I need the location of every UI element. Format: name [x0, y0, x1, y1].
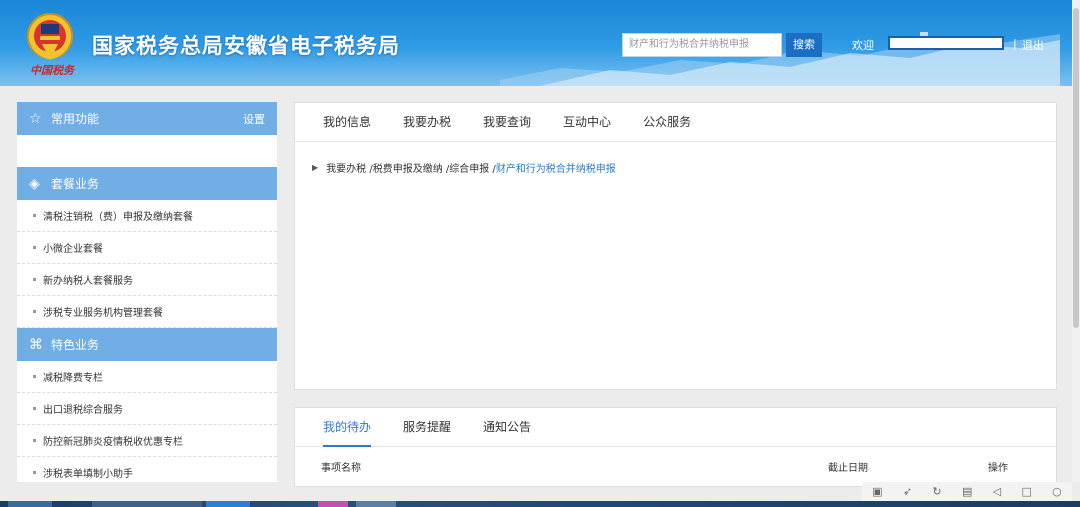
sidebar-item-label: 减税降费专栏 [43, 373, 103, 384]
viewer-toolbar: ▣ ➶ ↻ ▤ ◁ □ ○ [862, 482, 1072, 501]
tab-service-reminder[interactable]: 服务提醒 [403, 408, 451, 447]
bullet-icon [33, 246, 36, 249]
sidebar-item-small-enterprise-package[interactable]: 小微企业套餐 [17, 232, 277, 264]
main-panel: 我的信息 我要办税 我要查询 互动中心 公众服务 ▶ 我要办税 /税费申报及缴纳… [294, 102, 1057, 390]
bullet-icon [33, 310, 36, 313]
rotate-icon[interactable]: ↻ [932, 485, 941, 498]
star-icon: ☆ [29, 110, 42, 127]
search-icon[interactable]: ○ [1052, 485, 1062, 498]
breadcrumb-path[interactable]: 我要办税 /税费申报及缴纳 /综合申报 / [326, 160, 496, 175]
tab-query[interactable]: 我要查询 [483, 103, 531, 142]
sidebar-package-label: 套餐业务 [51, 177, 100, 191]
site-header: 中国税务 国家税务总局安徽省电子税务局 财产和行为税合并纳税申报 搜索 欢迎 |… [0, 0, 1072, 86]
sidebar-item-label: 出口退税综合服务 [43, 405, 123, 416]
search-button[interactable]: 搜索 [786, 33, 822, 57]
column-header-item-name: 事项名称 [321, 462, 361, 474]
tab-handle-tax[interactable]: 我要办税 [403, 103, 451, 142]
sidebar-item-agency-management-package[interactable]: 涉税专业服务机构管理套餐 [17, 296, 277, 328]
sidebar-item-label: 新办纳税人套餐服务 [43, 276, 133, 287]
delete-icon[interactable]: ▤ [962, 485, 972, 498]
bullet-icon [33, 471, 36, 474]
image-icon[interactable]: ▣ [872, 485, 882, 498]
user-name-box [888, 36, 1004, 50]
speaker-icon[interactable]: ◁ [993, 485, 1001, 498]
sidebar-item-covid-relief[interactable]: 防控新冠肺炎疫情税收优惠专栏 [17, 425, 277, 457]
bullet-icon [33, 439, 36, 442]
taskbar-app-5[interactable] [356, 501, 396, 507]
sidebar-item-tax-reduction[interactable]: 减税降费专栏 [17, 361, 277, 393]
sidebar-item-label: 小微企业套餐 [43, 244, 103, 255]
taskbar-app-2[interactable] [92, 501, 202, 507]
tab-interaction[interactable]: 互动中心 [563, 103, 611, 142]
tab-notice[interactable]: 通知公告 [483, 408, 531, 447]
settings-link[interactable]: 设置 [243, 111, 277, 127]
page-scrollbar[interactable] [1072, 0, 1080, 482]
bullet-icon [33, 407, 36, 410]
sidebar-item-export-rebate[interactable]: 出口退税综合服务 [17, 393, 277, 425]
caret-right-icon: ▶ [312, 163, 319, 172]
column-header-deadline: 截止日期 [828, 462, 868, 474]
sidebar-special-label: 特色业务 [51, 338, 100, 352]
breadcrumb-current: 财产和行为税合并纳税申报 [495, 164, 616, 175]
welcome-text: 欢迎 [852, 39, 874, 52]
tax-emblem-icon [27, 13, 73, 60]
sidebar-item-form-helper[interactable]: 涉税表单填制小助手 [17, 457, 277, 482]
taskbar-app-1[interactable] [8, 501, 52, 507]
brand-script-logo: 中国税务 [30, 64, 74, 77]
sidebar-item-label: 涉税专业服务机构管理套餐 [43, 308, 163, 319]
sidebar-package-header[interactable]: ◈ 套餐业务 [17, 167, 277, 200]
sidebar-item-label: 防控新冠肺炎疫情税收优惠专栏 [43, 437, 183, 448]
share-icon[interactable]: ➶ [903, 485, 912, 498]
todo-table-header: 事项名称 截止日期 操作 [295, 447, 1056, 485]
column-header-action: 操作 [988, 462, 1008, 474]
sidebar-common-label: 常用功能 [51, 112, 100, 126]
search-input[interactable]: 财产和行为税合并纳税申报 [622, 33, 782, 57]
layers-icon: ◈ [29, 175, 40, 192]
header-separator: | [1013, 37, 1017, 50]
scrollbar-thumb[interactable] [1073, 8, 1079, 328]
site-title: 国家税务总局安徽省电子税务局 [92, 34, 400, 58]
main-tabs: 我的信息 我要办税 我要查询 互动中心 公众服务 [295, 103, 1056, 142]
grid-icon: ⌘ [29, 336, 43, 353]
sidebar-item-label: 涉税表单填制小助手 [43, 469, 133, 480]
taskbar-app-4[interactable] [318, 501, 348, 507]
bullet-icon [33, 375, 36, 378]
logout-link[interactable]: 退出 [1022, 37, 1044, 53]
sidebar-item-label: 清税注销税（费）申报及缴纳套餐 [43, 212, 193, 223]
sidebar-item-new-taxpayer-package[interactable]: 新办纳税人套餐服务 [17, 264, 277, 296]
sidebar-common-header[interactable]: ☆ 常用功能 设置 [17, 102, 277, 135]
todo-panel: 我的待办 服务提醒 通知公告 事项名称 截止日期 操作 [294, 407, 1057, 487]
sidebar-special-header[interactable]: ⌘ 特色业务 [17, 328, 277, 361]
breadcrumb: ▶ 我要办税 /税费申报及缴纳 /综合申报 / 财产和行为税合并纳税申报 [295, 142, 1056, 175]
todo-tabs: 我的待办 服务提醒 通知公告 [295, 408, 1056, 447]
taskbar-app-3[interactable] [206, 501, 250, 507]
sidebar-item-deregistration-package[interactable]: 清税注销税（费）申报及缴纳套餐 [17, 200, 277, 232]
sidebar: ☆ 常用功能 设置 ◈ 套餐业务 清税注销税（费）申报及缴纳套餐 小微企业套餐 … [17, 102, 277, 482]
tab-my-todo[interactable]: 我的待办 [323, 408, 372, 447]
tab-my-info[interactable]: 我的信息 [323, 103, 371, 142]
tab-public-service[interactable]: 公众服务 [643, 103, 691, 142]
common-functions-empty-area [17, 135, 277, 167]
window-icon[interactable]: □ [1021, 485, 1031, 498]
bullet-icon [33, 278, 36, 281]
bullet-icon [33, 214, 36, 217]
